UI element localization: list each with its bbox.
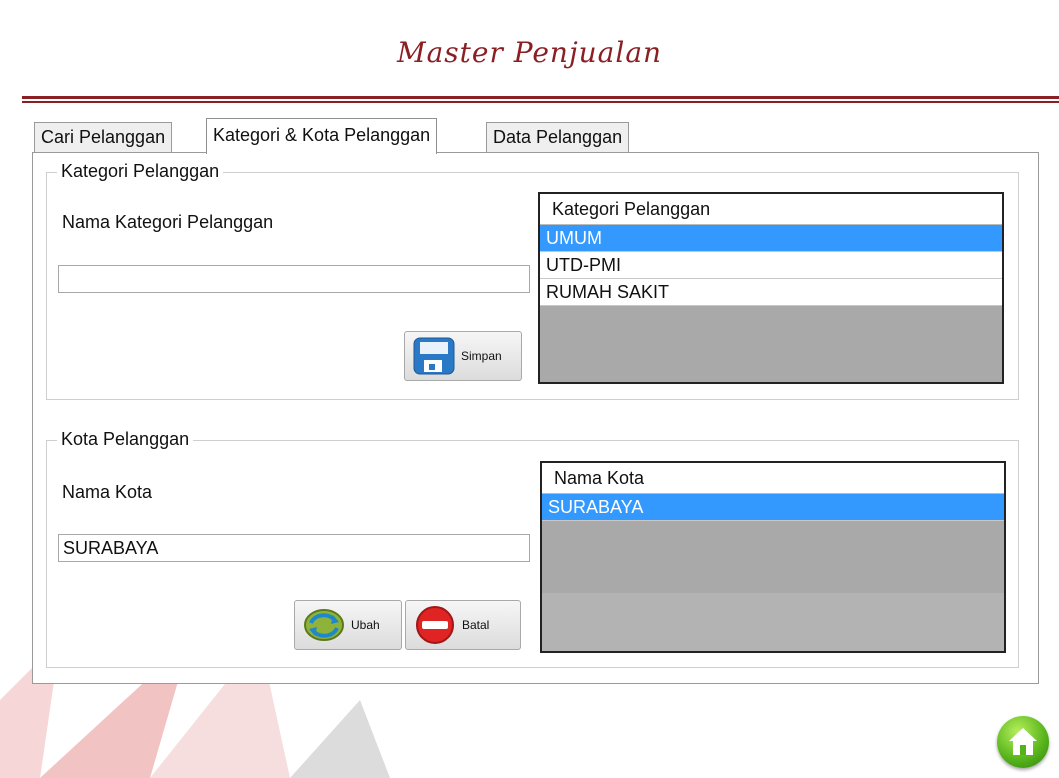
edit-button[interactable]: Ubah (294, 600, 402, 650)
tab-kategori-kota-pelanggan[interactable]: Kategori & Kota Pelanggan (206, 118, 438, 154)
list-item[interactable]: RUMAH SAKIT (540, 279, 1002, 306)
kategori-field-label: Nama Kategori Pelanggan (62, 212, 274, 232)
kota-name-input[interactable]: SURABAYA (58, 534, 530, 562)
list-item[interactable]: SURABAYA (542, 494, 1004, 521)
kategori-name-input[interactable] (58, 265, 530, 293)
title-divider (22, 96, 1059, 104)
cancel-button[interactable]: Batal (405, 600, 521, 650)
list-item[interactable]: UTD-PMI (540, 252, 1002, 279)
kota-group-label: Kota Pelanggan (57, 429, 194, 450)
kota-list-header: Nama Kota (542, 463, 1004, 494)
floppy-disk-icon (413, 337, 455, 375)
home-icon (1009, 728, 1037, 755)
save-button-label: Simpan (461, 349, 502, 363)
save-button[interactable]: Simpan (404, 331, 522, 381)
edit-button-label: Ubah (351, 618, 380, 632)
page-title: Master Penjualan (396, 36, 663, 69)
tab-data-pelanggan[interactable]: Data Pelanggan (486, 122, 630, 152)
home-button[interactable] (997, 716, 1049, 768)
kota-list[interactable]: Nama Kota SURABAYA (540, 461, 1006, 653)
kota-field-label: Nama Kota (62, 482, 153, 502)
tab-cari-pelanggan[interactable]: Cari Pelanggan (34, 122, 173, 152)
kategori-group-label: Kategori Pelanggan (57, 161, 224, 182)
cancel-button-label: Batal (462, 618, 490, 632)
list-item[interactable]: UMUM (540, 225, 1002, 252)
no-entry-icon (416, 606, 454, 644)
refresh-arrows-icon (304, 609, 344, 641)
kategori-list[interactable]: Kategori Pelanggan UMUM UTD-PMI RUMAH SA… (538, 192, 1004, 384)
kategori-list-header: Kategori Pelanggan (540, 194, 1002, 225)
